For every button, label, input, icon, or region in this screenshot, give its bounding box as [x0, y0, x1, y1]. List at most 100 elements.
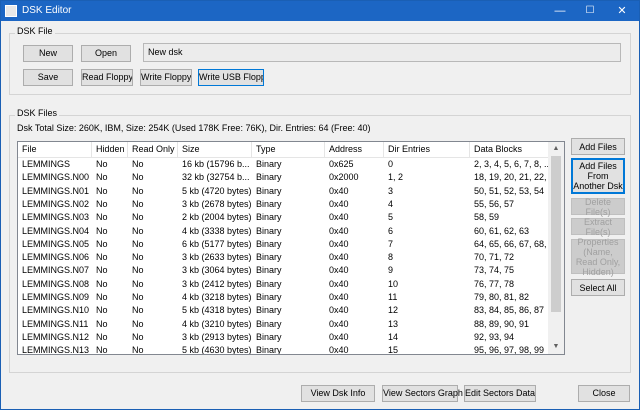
- add-files-from-another-dsk-button[interactable]: Add Files From Another Dsk: [571, 158, 625, 194]
- table-row[interactable]: LEMMINGS.N00 No No 32 kb (32754 b... Binary 0…: [18, 171, 549, 184]
- column-header[interactable]: Data Blocks: [470, 142, 549, 157]
- table-cell: 1, 2: [388, 172, 404, 183]
- table-cell: Binary: [256, 159, 282, 169]
- extract-files-button[interactable]: Extract File(s): [571, 217, 625, 237]
- files-list[interactable]: File Hidden Read Only Size Type Address …: [17, 141, 565, 355]
- table-row[interactable]: LEMMINGS.N10 No No 5 kb (4318 bytes) Binary 0…: [18, 304, 549, 317]
- column-header[interactable]: Size: [178, 142, 252, 157]
- table-row[interactable]: LEMMINGS.N09 No No 4 kb (3218 bytes) Binary 0…: [18, 291, 549, 304]
- table-cell: No: [132, 345, 144, 355]
- table-cell: No: [96, 305, 108, 316]
- table-cell: 73, 74, 75: [474, 265, 515, 276]
- table-cell: 4 kb (3338 bytes): [182, 225, 252, 236]
- write-floppy-button[interactable]: Write Floppy: [140, 69, 192, 86]
- table-cell: 88, 89, 90, 91: [474, 318, 530, 329]
- maximize-button[interactable]: ☐: [575, 1, 605, 21]
- table-cell: Binary: [256, 212, 282, 223]
- title-bar[interactable]: DSK Editor — ☐ ✕: [1, 1, 639, 21]
- table-cell: 0x40: [329, 265, 349, 276]
- scroll-up-icon[interactable]: ▲: [548, 142, 564, 156]
- edit-sectors-data-button[interactable]: Edit Sectors Data: [464, 385, 536, 402]
- dsk-filename-field[interactable]: New dsk: [143, 43, 621, 62]
- delete-files-button[interactable]: Delete File(s): [571, 197, 625, 217]
- table-cell: Binary: [256, 318, 282, 329]
- table-cell: LEMMINGS.N12: [22, 331, 90, 342]
- table-cell: No: [132, 278, 144, 289]
- save-button[interactable]: Save: [23, 69, 73, 86]
- select-all-button[interactable]: Select All: [571, 279, 625, 296]
- files-list-scrollbar[interactable]: ▲ ▼: [548, 142, 564, 354]
- table-cell: 0x40: [329, 252, 349, 263]
- table-cell: No: [96, 318, 108, 329]
- table-cell: 0x40: [329, 345, 349, 355]
- table-row[interactable]: LEMMINGS No No 16 kb (15796 b... Binary 0x625…: [18, 158, 549, 171]
- table-row[interactable]: LEMMINGS.N02 No No 3 kb (2678 bytes) Binary 0…: [18, 198, 549, 211]
- close-button[interactable]: Close: [578, 385, 630, 402]
- table-cell: 10: [388, 278, 399, 289]
- table-cell: No: [132, 159, 144, 169]
- column-header[interactable]: File: [18, 142, 92, 157]
- table-cell: Binary: [256, 292, 282, 302]
- table-cell: LEMMINGS.N08: [22, 278, 90, 289]
- table-cell: 0x40: [329, 212, 349, 223]
- table-cell: 6: [388, 225, 394, 236]
- properties-button[interactable]: Properties (Name, Read Only, Hidden): [571, 237, 625, 277]
- table-cell: 6 kb (5177 bytes): [182, 238, 252, 249]
- table-cell: No: [132, 185, 144, 196]
- write-usb-floppy-button[interactable]: Write USB Floppy: [198, 69, 264, 86]
- table-row[interactable]: LEMMINGS.N01 No No 5 kb (4720 bytes) Binary 0…: [18, 185, 549, 198]
- table-cell: No: [132, 172, 144, 183]
- column-header[interactable]: Type: [252, 142, 325, 157]
- scroll-down-icon[interactable]: ▼: [548, 340, 564, 354]
- app-icon: [5, 5, 17, 17]
- minimize-button[interactable]: —: [545, 1, 575, 21]
- table-cell: LEMMINGS.N07: [22, 265, 90, 276]
- table-row[interactable]: LEMMINGS.N05 No No 6 kb (5177 bytes) Binary 0…: [18, 238, 549, 251]
- column-header[interactable]: Hidden: [92, 142, 128, 157]
- table-cell: 11: [388, 292, 398, 302]
- table-row[interactable]: LEMMINGS.N03 No No 2 kb (2004 bytes) Binary 0…: [18, 211, 549, 224]
- table-cell: No: [96, 185, 108, 196]
- table-cell: 4: [388, 198, 394, 209]
- table-row[interactable]: LEMMINGS.N08 No No 3 kb (2412 bytes) Binary 0…: [18, 278, 549, 291]
- table-cell: Binary: [256, 185, 282, 196]
- table-cell: 3 kb (2412 bytes): [182, 278, 252, 289]
- table-cell: LEMMINGS.N13: [22, 345, 90, 355]
- table-cell: No: [132, 305, 144, 316]
- table-row[interactable]: LEMMINGS.N04 No No 4 kb (3338 bytes) Binary 0…: [18, 225, 549, 238]
- table-cell: 92, 93, 94: [474, 331, 515, 342]
- table-cell: No: [132, 225, 144, 236]
- add-files-button[interactable]: Add Files: [571, 138, 625, 155]
- table-cell: 15: [388, 345, 399, 355]
- column-header[interactable]: Address: [325, 142, 384, 157]
- table-row[interactable]: LEMMINGS.N11 No No 4 kb (3210 bytes) Binary 0…: [18, 318, 549, 331]
- table-cell: 12: [388, 305, 399, 316]
- scroll-thumb[interactable]: [551, 156, 561, 312]
- table-row[interactable]: LEMMINGS.N07 No No 3 kb (3064 bytes) Binary 0…: [18, 264, 549, 277]
- table-cell: 60, 61, 62, 63: [474, 225, 530, 236]
- table-cell: LEMMINGS.N04: [22, 225, 90, 236]
- table-row[interactable]: LEMMINGS.N12 No No 3 kb (2913 bytes) Binary 0…: [18, 331, 549, 344]
- new-button[interactable]: New: [23, 45, 73, 62]
- table-cell: No: [132, 265, 144, 276]
- table-cell: LEMMINGS.N02: [22, 198, 90, 209]
- table-cell: Binary: [256, 225, 282, 236]
- table-row[interactable]: LEMMINGS.N13 No No 5 kb (4630 bytes) Binary 0…: [18, 344, 549, 355]
- column-header[interactable]: Read Only: [128, 142, 178, 157]
- table-cell: 50, 51, 52, 53, 54: [474, 185, 545, 196]
- column-header[interactable]: Dir Entries: [384, 142, 470, 157]
- table-cell: No: [132, 292, 144, 302]
- table-cell: 0x40: [329, 278, 349, 289]
- view-sectors-graph-button[interactable]: View Sectors Graph: [382, 385, 463, 402]
- table-cell: Binary: [256, 198, 282, 209]
- view-dsk-info-button[interactable]: View Dsk Info: [301, 385, 375, 402]
- open-button[interactable]: Open: [81, 45, 131, 62]
- table-cell: LEMMINGS.N10: [22, 305, 90, 316]
- table-cell: No: [96, 238, 108, 249]
- table-cell: 3 kb (3064 bytes): [182, 265, 252, 276]
- table-cell: 0x40: [329, 238, 349, 249]
- close-window-button[interactable]: ✕: [605, 1, 639, 21]
- table-cell: Binary: [256, 238, 282, 249]
- table-row[interactable]: LEMMINGS.N06 No No 3 kb (2633 bytes) Binary 0…: [18, 251, 549, 264]
- read-floppy-button[interactable]: Read Floppy: [81, 69, 133, 86]
